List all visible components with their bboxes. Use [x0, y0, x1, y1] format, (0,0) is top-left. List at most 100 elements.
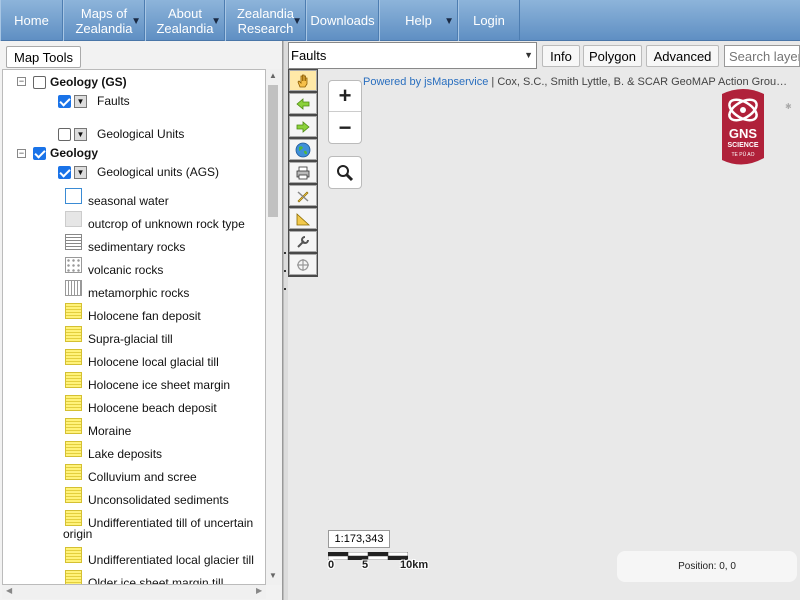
- legend-label-continuation: origin: [63, 527, 93, 541]
- nav-maps-label: Maps of Zealandia: [75, 5, 133, 36]
- legend-item: metamorphic rocks: [65, 276, 189, 300]
- tree-item-label: Geological Units: [97, 127, 185, 141]
- yellow-swatch-icon: [65, 547, 82, 563]
- chevron-down-icon[interactable]: ▼: [292, 14, 302, 29]
- legend-item: Undifferentiated local glacier till: [65, 543, 254, 567]
- legend-label: seasonal water: [88, 194, 169, 208]
- logo-text-science: SCIENCE: [727, 142, 758, 149]
- zoom-in-button[interactable]: +: [329, 81, 361, 112]
- advanced-button[interactable]: Advanced: [646, 45, 719, 67]
- info-button[interactable]: Info: [542, 45, 580, 67]
- legend-label: Holocene local glacial till: [88, 355, 219, 369]
- print-icon[interactable]: [289, 162, 317, 183]
- scroll-left-icon[interactable]: ◀: [6, 586, 12, 595]
- dropdown-arrow-icon[interactable]: ▼: [74, 94, 87, 108]
- vertical-scrollbar[interactable]: ▲ ▼: [266, 69, 282, 585]
- wrench-settings-icon[interactable]: [289, 231, 317, 252]
- nav-about-zealandia[interactable]: About Zealandia ▼: [145, 0, 225, 41]
- yellow-swatch-icon: [65, 487, 82, 503]
- scale-label: 10km: [400, 559, 429, 571]
- nav-help-label: Help: [405, 13, 432, 28]
- geology-checkbox[interactable]: [33, 146, 46, 160]
- nav-downloads[interactable]: Downloads: [306, 0, 379, 41]
- nav-login-label: Login: [473, 13, 505, 28]
- tree-item-geology-gs: Geology (GS): [33, 75, 127, 89]
- scroll-up-icon[interactable]: ▲: [269, 71, 277, 80]
- collapse-geology-icon[interactable]: −: [17, 149, 26, 158]
- geology-gs-checkbox[interactable]: [33, 75, 46, 89]
- scale-bar: [327, 549, 409, 561]
- scroll-right-icon[interactable]: ▶: [256, 586, 262, 595]
- chevron-down-icon[interactable]: ▼: [444, 14, 454, 29]
- legend-label: sedimentary rocks: [88, 240, 186, 254]
- nav-research-label: Zealandia Research: [236, 5, 295, 36]
- yellow-swatch-icon: [65, 326, 82, 342]
- legend-item: sedimentary rocks: [65, 230, 185, 254]
- logo-text-gns: GNS: [729, 126, 758, 141]
- scroll-down-icon[interactable]: ▼: [269, 571, 277, 580]
- legend-item: Holocene local glacial till: [65, 345, 219, 369]
- search-layers-input[interactable]: [724, 45, 800, 67]
- chevron-down-icon[interactable]: ▼: [211, 14, 221, 29]
- position-readout: Position: 0, 0: [617, 551, 797, 582]
- jsmapservice-link[interactable]: Powered by jsMapservice: [363, 76, 488, 88]
- nav-downloads-label: Downloads: [310, 13, 375, 28]
- scale-label: 5: [362, 559, 369, 571]
- legend-label: Holocene fan deposit: [88, 309, 201, 323]
- crosshair-icon[interactable]: [289, 254, 317, 275]
- legend-label: Supra-glacial till: [88, 332, 173, 346]
- legend-item: Undifferentiated till of uncertain: [65, 506, 253, 530]
- nav-help[interactable]: Help ▼: [379, 0, 458, 41]
- tree-item-label: Faults: [97, 94, 130, 108]
- legend-label: Lake deposits: [88, 447, 163, 461]
- yellow-swatch-icon: [65, 395, 82, 411]
- nav-zealandia-research[interactable]: Zealandia Research ▼: [225, 0, 306, 41]
- globe-icon[interactable]: [289, 139, 317, 160]
- legend-item: outcrop of unknown rock type: [65, 207, 245, 231]
- magnifier-icon: [337, 164, 354, 181]
- forward-arrow-icon[interactable]: [289, 116, 317, 137]
- tree-item-geological-units-ags: ▼ Geological units (AGS): [58, 165, 219, 179]
- legend-label: metamorphic rocks: [88, 286, 190, 300]
- layer-select-value: Faults: [291, 48, 327, 63]
- measure-ruler-icon[interactable]: [289, 208, 317, 229]
- legend-label: Older ice sheet margin till: [88, 576, 224, 585]
- geological-units-ags-checkbox[interactable]: [58, 165, 71, 179]
- tree-item-geological-units: ▼ Geological Units: [58, 127, 184, 141]
- edit-tools-icon[interactable]: [289, 185, 317, 206]
- nav-maps-of-zealandia[interactable]: Maps of Zealandia ▼: [63, 0, 145, 41]
- chevron-down-icon: ▼: [524, 50, 533, 60]
- horizontal-scrollbar[interactable]: ◀ ▶: [2, 585, 266, 599]
- back-arrow-icon[interactable]: [289, 93, 317, 114]
- legend-item: Older ice sheet margin till: [65, 566, 224, 585]
- layer-select[interactable]: Faults ▼: [288, 42, 537, 69]
- legend-item: Colluvium and scree: [65, 460, 197, 484]
- legend-item: Holocene ice sheet margin: [65, 368, 230, 392]
- polygon-button[interactable]: Polygon: [583, 45, 642, 67]
- map-tools-button[interactable]: Map Tools: [6, 46, 81, 68]
- faults-checkbox[interactable]: [58, 94, 71, 108]
- tree-item-label: Geology: [50, 146, 99, 160]
- tree-item-label: Geology (GS): [50, 75, 127, 89]
- nav-login[interactable]: Login: [458, 0, 520, 41]
- nav-home[interactable]: Home: [0, 0, 63, 41]
- yellow-swatch-icon: [65, 510, 82, 526]
- zoom-out-button[interactable]: −: [329, 112, 361, 143]
- collapse-geology-gs-icon[interactable]: −: [17, 77, 26, 86]
- splitter-grip-dot: [284, 288, 286, 290]
- zoom-box-button[interactable]: [328, 156, 362, 189]
- chevron-down-icon[interactable]: ▼: [131, 14, 141, 29]
- legend-item: Supra-glacial till: [65, 322, 173, 346]
- tree-item-label: Geological units (AGS): [97, 165, 220, 179]
- geological-units-checkbox[interactable]: [58, 127, 71, 141]
- legend-item: Holocene beach deposit: [65, 391, 217, 415]
- pan-hand-icon[interactable]: [289, 70, 317, 91]
- water-swatch-icon: [65, 188, 82, 204]
- zoom-control: + −: [328, 80, 362, 144]
- yellow-swatch-icon: [65, 372, 82, 388]
- scrollbar-thumb[interactable]: [268, 85, 278, 217]
- dropdown-arrow-icon[interactable]: ▼: [74, 165, 87, 179]
- splitter-grip-dot: [284, 252, 286, 254]
- yellow-swatch-icon: [65, 418, 82, 434]
- dropdown-arrow-icon[interactable]: ▼: [74, 127, 87, 141]
